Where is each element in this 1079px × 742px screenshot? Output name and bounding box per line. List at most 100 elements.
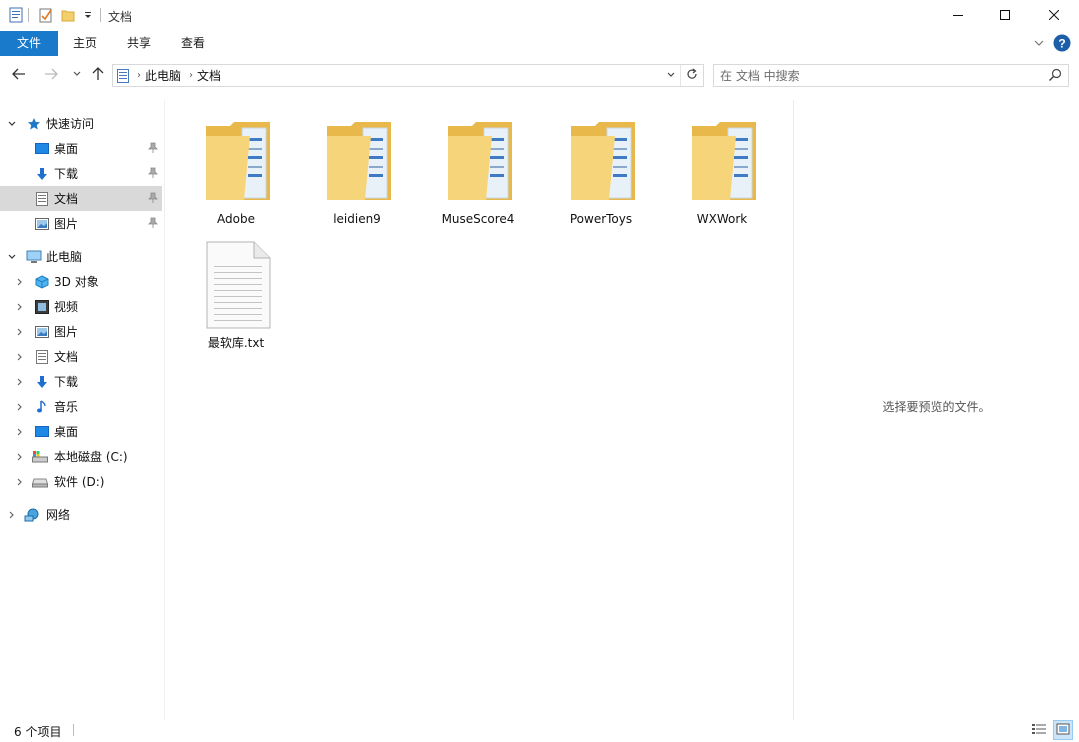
- document-icon: [34, 349, 50, 365]
- desktop-icon: [34, 141, 50, 157]
- nav-item-downloads-pc[interactable]: 下载: [0, 369, 162, 394]
- drive-icon: [32, 474, 48, 490]
- address-bar[interactable]: › 此电脑 › 文档: [112, 64, 704, 87]
- back-button[interactable]: [8, 64, 30, 86]
- nav-label: 图片: [54, 325, 79, 339]
- nav-label: 下载: [54, 167, 79, 181]
- nav-item-drive-d[interactable]: 软件 (D:): [0, 469, 162, 494]
- minimize-icon: [953, 9, 963, 23]
- refresh-icon: [686, 68, 698, 83]
- maximize-button[interactable]: [982, 0, 1028, 31]
- pin-icon[interactable]: [148, 142, 158, 157]
- address-row: › 此电脑 › 文档: [0, 60, 1079, 90]
- recent-locations-button[interactable]: [66, 64, 88, 86]
- status-separator: [73, 724, 74, 736]
- file-name: 最软库.txt: [207, 336, 265, 350]
- forward-button[interactable]: [40, 64, 62, 86]
- chevron-right-icon[interactable]: [14, 319, 26, 344]
- large-icons-view-button[interactable]: [1053, 720, 1073, 740]
- nav-item-desktop-pc[interactable]: 桌面: [0, 419, 162, 444]
- nav-item-music[interactable]: 音乐: [0, 394, 162, 419]
- chevron-right-icon[interactable]: [6, 502, 18, 527]
- refresh-button[interactable]: [681, 65, 703, 86]
- pin-icon[interactable]: [148, 217, 158, 232]
- file-name: WXWork: [696, 212, 748, 226]
- nav-network[interactable]: 网络: [0, 502, 162, 527]
- chevron-down-icon[interactable]: [6, 111, 18, 136]
- minimize-button[interactable]: [935, 0, 981, 31]
- expand-ribbon-icon[interactable]: [1033, 37, 1045, 52]
- tab-file[interactable]: 文件: [0, 31, 58, 56]
- file-item-folder[interactable]: PowerToys: [546, 108, 656, 226]
- music-icon: [34, 399, 50, 415]
- nav-quick-access[interactable]: 快速访问: [0, 111, 162, 136]
- close-icon: [1048, 9, 1060, 23]
- help-icon[interactable]: ?: [1053, 34, 1071, 55]
- chevron-right-icon[interactable]: [14, 369, 26, 394]
- properties-icon[interactable]: [8, 7, 24, 23]
- arrow-right-icon: [44, 68, 58, 83]
- chevron-right-icon[interactable]: [14, 344, 26, 369]
- folder-icon: [569, 118, 637, 200]
- nav-item-documents[interactable]: 文档: [0, 186, 162, 211]
- checkmark-doc-icon[interactable]: [38, 7, 54, 23]
- pin-icon[interactable]: [148, 167, 158, 182]
- file-item-folder[interactable]: MuseScore4: [423, 108, 533, 226]
- search-icon[interactable]: [1048, 68, 1062, 85]
- document-icon: [34, 191, 50, 207]
- nav-item-3d-objects[interactable]: 3D 对象: [0, 269, 162, 294]
- folder-icon: [446, 118, 514, 200]
- tab-share[interactable]: 共享: [116, 31, 162, 56]
- customize-toolbar-icon[interactable]: [80, 7, 96, 23]
- nav-item-pictures-pc[interactable]: 图片: [0, 319, 162, 344]
- up-button[interactable]: [87, 64, 109, 86]
- file-list[interactable]: Adobe leidien9 MuseScore4 PowerToys WXWo: [165, 100, 793, 720]
- chevron-right-icon[interactable]: [14, 444, 26, 469]
- new-folder-icon[interactable]: [60, 7, 76, 23]
- preview-message: 选择要预览的文件。: [882, 400, 991, 414]
- picture-icon: [34, 324, 50, 340]
- close-button[interactable]: [1031, 0, 1077, 31]
- navigation-pane: 快速访问 桌面 下载 文档 图片 此电脑 3D 对象 视频 图片 文档 下载 音…: [0, 100, 164, 720]
- video-icon: [34, 299, 50, 315]
- desktop-icon: [34, 424, 50, 440]
- nav-label: 快速访问: [46, 117, 95, 131]
- details-view-button[interactable]: [1029, 720, 1049, 740]
- file-item-folder[interactable]: WXWork: [667, 108, 777, 226]
- file-explorer-window: 文档 文件 主页 共享 查看 ? › 此电脑 › 文档 在 文档 中搜索 快速访…: [0, 0, 1079, 742]
- nav-item-documents-pc[interactable]: 文档: [0, 344, 162, 369]
- search-box[interactable]: [713, 64, 1069, 87]
- address-dropdown-button[interactable]: [661, 65, 681, 86]
- chevron-down-icon[interactable]: [6, 244, 18, 269]
- download-icon: [34, 166, 50, 182]
- chevron-right-icon[interactable]: [14, 269, 26, 294]
- breadcrumb-documents[interactable]: 文档: [197, 67, 221, 84]
- tab-home[interactable]: 主页: [62, 31, 108, 56]
- nav-item-desktop[interactable]: 桌面: [0, 136, 162, 161]
- chevron-right-icon[interactable]: [14, 419, 26, 444]
- chevron-right-icon[interactable]: [14, 469, 26, 494]
- nav-item-local-disk-c[interactable]: 本地磁盘 (C:): [0, 444, 162, 469]
- nav-item-videos[interactable]: 视频: [0, 294, 162, 319]
- file-item-folder[interactable]: Adobe: [181, 108, 291, 226]
- title-bar: 文档: [0, 0, 1079, 31]
- breadcrumb-this-pc[interactable]: 此电脑: [145, 67, 181, 84]
- pin-icon[interactable]: [148, 192, 158, 207]
- large-icons-view-icon: [1056, 723, 1070, 738]
- nav-item-downloads[interactable]: 下载: [0, 161, 162, 186]
- nav-item-pictures[interactable]: 图片: [0, 211, 162, 236]
- nav-this-pc[interactable]: 此电脑: [0, 244, 162, 269]
- arrow-up-icon: [92, 66, 104, 84]
- ribbon-tabs: 文件 主页 共享 查看 ?: [0, 31, 1079, 56]
- window-title: 文档: [108, 10, 133, 24]
- network-icon: [24, 507, 40, 523]
- nav-label: 网络: [46, 508, 71, 522]
- file-name: MuseScore4: [441, 212, 515, 226]
- chevron-right-icon[interactable]: [14, 294, 26, 319]
- file-item-folder[interactable]: leidien9: [302, 108, 412, 226]
- chevron-right-icon[interactable]: [14, 394, 26, 419]
- file-item-text[interactable]: 最软库.txt: [181, 230, 291, 350]
- tab-view[interactable]: 查看: [170, 31, 216, 56]
- search-input[interactable]: [720, 67, 1040, 84]
- chevron-down-icon: [72, 68, 82, 82]
